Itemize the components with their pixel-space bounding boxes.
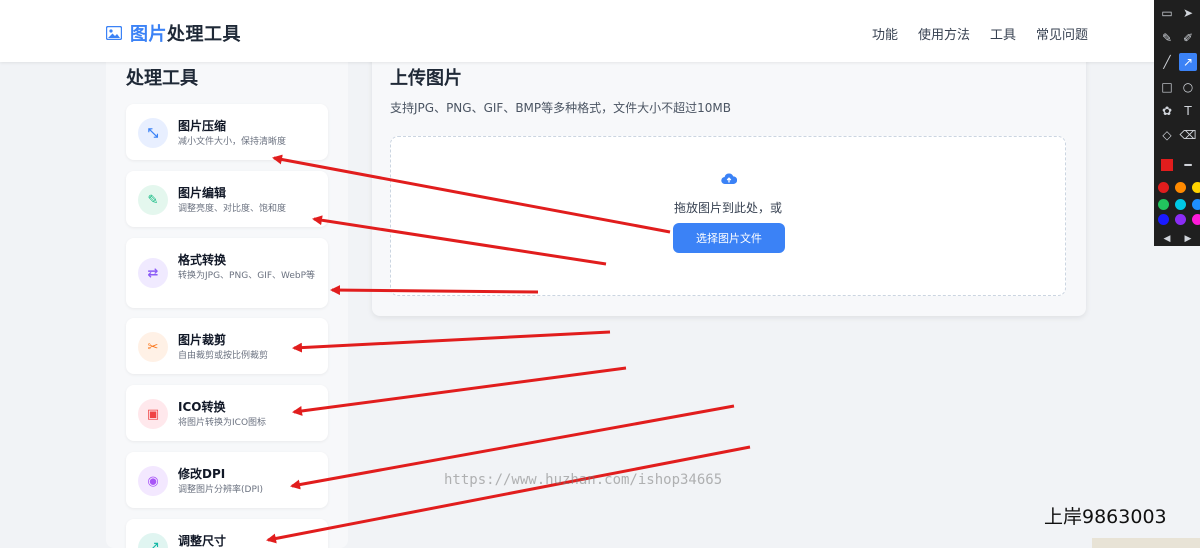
current-color-icon[interactable]	[1158, 156, 1176, 174]
color-swatch[interactable]	[1192, 214, 1200, 225]
marker-icon[interactable]: ✐	[1179, 29, 1197, 47]
line-icon[interactable]: ╱	[1158, 53, 1176, 71]
badge-text: 上岸9863003	[1044, 506, 1167, 528]
color-swatch[interactable]	[1192, 199, 1200, 210]
ellipse-icon[interactable]: ○	[1179, 78, 1197, 96]
color-swatch[interactable]	[1175, 199, 1186, 210]
annotation-arrow	[330, 285, 539, 296]
drawing-toolbar: ▭ ➤ ✎ ✐ ╱ ↗ □ ○ ✿ T ◇ ⌫ ━ ◀ ▶	[1154, 0, 1200, 246]
annotation-arrow	[312, 215, 607, 266]
presentation-icon[interactable]: ▭	[1158, 4, 1176, 22]
color-swatch[interactable]	[1175, 182, 1186, 193]
annotation-arrow	[266, 445, 751, 544]
color-swatch[interactable]	[1158, 199, 1169, 210]
color-swatch[interactable]	[1175, 214, 1186, 225]
annotation-arrows	[266, 154, 751, 544]
corner-strip	[1092, 538, 1200, 548]
color-swatch[interactable]	[1158, 214, 1169, 225]
color-swatch[interactable]	[1192, 182, 1200, 193]
annotation-arrow	[292, 366, 627, 416]
text-icon[interactable]: T	[1179, 102, 1197, 120]
cursor-icon[interactable]: ➤	[1179, 4, 1197, 22]
pen-icon[interactable]: ✎	[1158, 29, 1176, 47]
eraser-icon[interactable]: ◇	[1158, 126, 1176, 144]
highlighter-icon[interactable]: ✿	[1158, 102, 1176, 120]
stroke-width-icon[interactable]: ━	[1179, 156, 1197, 174]
trash-icon[interactable]: ⌫	[1179, 126, 1197, 144]
rectangle-icon[interactable]: □	[1158, 78, 1176, 96]
prev-icon[interactable]: ◀	[1158, 230, 1176, 248]
arrow-icon[interactable]: ↗	[1179, 53, 1197, 71]
annotation-arrow	[292, 330, 611, 353]
color-swatch[interactable]	[1158, 182, 1169, 193]
watermark-text: https://www.huzhan.com/ishop34665	[444, 472, 723, 488]
next-icon[interactable]: ▶	[1179, 230, 1197, 248]
